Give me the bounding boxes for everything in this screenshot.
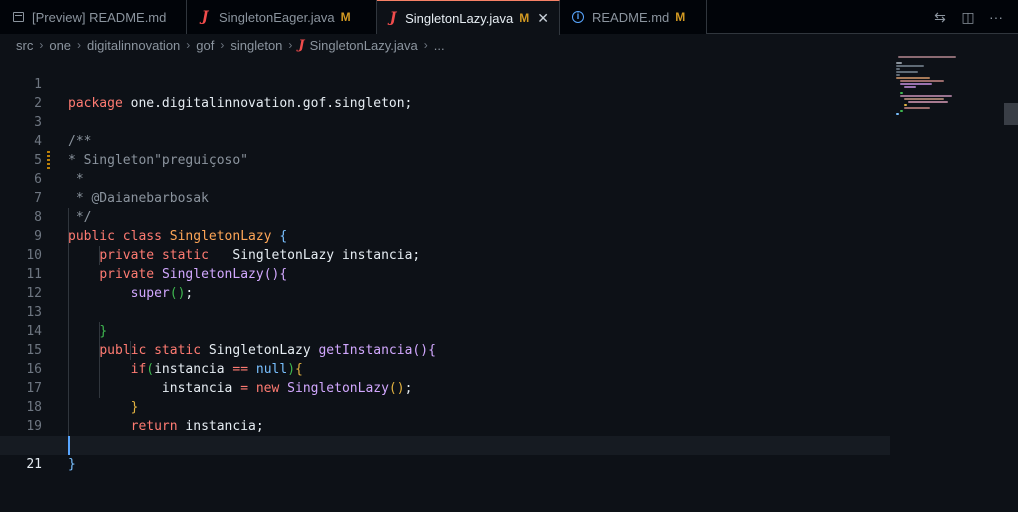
chevron-right-icon: › [220,38,225,52]
code-line: 14 public static SingletonLazy getInstan… [0,303,890,358]
java-icon: J [298,37,305,53]
tab-readme[interactable]: i README.md M [560,0,707,34]
minimap-line [904,98,944,100]
code-editor[interactable]: 1 package one.digitalinnovation.gof.sing… [0,56,1000,472]
minimap-line [900,92,903,94]
code-line: 15 if(instancia == null){ [0,322,890,377]
breadcrumb-file[interactable]: SingletonLazy.java [310,38,418,53]
code-line: 10 private SingletonLazy(){ [0,227,890,282]
code-line: 19 } [0,398,890,453]
modified-indicator: M [675,10,686,24]
minimap-line [896,62,902,64]
code-line: 16 instancia = new SingletonLazy(); [0,341,890,396]
tab-singleton-eager[interactable]: J SingletonEager.java M [187,0,377,34]
modified-indicator: M [519,11,530,25]
modified-indicator: M [340,10,351,24]
code-line: 11 super(); [0,246,890,301]
code-line: 17 } [0,360,890,415]
compare-changes-icon[interactable]: ⇆ [928,5,952,29]
minimap-line [896,77,930,79]
preview-icon [10,12,26,22]
minimap-line [900,95,952,97]
java-icon: J [389,10,397,26]
tab-label: SingletonLazy.java [405,10,514,26]
code-line: 18 return instancia; [0,379,890,434]
code-line: 5 * [0,132,890,187]
tab-label: SingletonEager.java [219,9,335,25]
breadcrumb-gof[interactable]: gof [196,38,214,53]
info-icon: i [570,11,586,23]
editor-tab-bar: [Preview] README.md J SingletonEager.jav… [0,0,1018,35]
minimap-line [904,104,907,106]
code-line: 3 /** [0,94,890,149]
code-token: } [68,457,76,472]
breadcrumb-symbols[interactable]: ... [434,38,445,53]
minimap[interactable] [892,56,1002,453]
minimap-line [896,74,900,76]
split-editor-icon[interactable]: ◫ [956,5,980,29]
code-line: 8 public class SingletonLazy { [0,189,890,244]
minimap-line [904,86,916,88]
minimap-line [896,71,918,73]
java-icon: J [201,9,209,25]
breadcrumb: src › one › digitalinnovation › gof › si… [16,34,445,56]
more-actions-icon[interactable]: ··· [984,5,1008,29]
close-icon[interactable]: ✕ [537,10,549,27]
code-line: 4 * Singleton"preguiçoso" [0,113,890,168]
code-line: 9 private static SingletonLazy instancia… [0,208,890,263]
chevron-right-icon: › [423,38,428,52]
minimap-line [908,101,948,103]
minimap-line [904,107,930,109]
editor-actions: ⇆ ◫ ··· [928,0,1018,34]
minimap-line [898,56,956,58]
code-line: 6 * @Daianebarbosak [0,151,890,206]
code-line: 7 */ [0,170,890,225]
code-line: 12 [0,265,890,301]
minimap-line [896,113,899,115]
breadcrumb-src[interactable]: src [16,38,33,53]
minimap-line [900,110,903,112]
tab-label: README.md [592,9,670,25]
tab-label: [Preview] README.md [32,9,167,25]
minimap-line [900,80,944,82]
line-number: 21 [26,457,42,472]
chevron-right-icon: › [77,38,82,52]
minimap-line [900,83,932,85]
code-line: 13 } [0,284,890,339]
breadcrumb-digitalinnovation[interactable]: digitalinnovation [87,38,180,53]
code-line: 2 [0,75,890,111]
code-line: 20 } [0,417,890,472]
scrollbar-thumb[interactable] [1004,103,1018,125]
minimap-line [896,65,924,67]
breadcrumb-singleton[interactable]: singleton [230,38,282,53]
tab-preview-readme[interactable]: [Preview] README.md [0,0,187,34]
code-line-current: 21 [0,436,890,472]
text-cursor [68,436,70,455]
code-line: 1 package one.digitalinnovation.gof.sing… [0,56,890,111]
tab-singleton-lazy[interactable]: J SingletonLazy.java M ✕ [377,0,560,35]
breadcrumb-one[interactable]: one [49,38,71,53]
chevron-right-icon: › [186,38,191,52]
chevron-right-icon: › [288,38,293,52]
minimap-line [896,68,900,70]
chevron-right-icon: › [39,38,44,52]
